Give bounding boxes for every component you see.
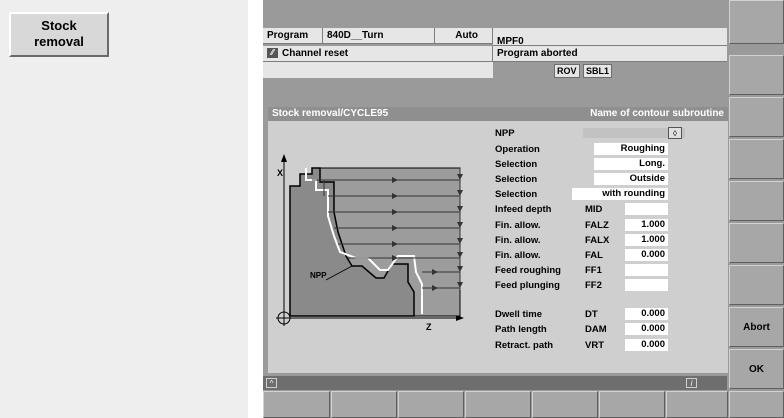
mode-field: Auto <box>435 28 493 44</box>
hsk-1[interactable] <box>263 391 330 418</box>
program-name-field: MPF0 <box>493 28 727 47</box>
dialog-title-bar: Stock removal/CYCLE95 Name of contour su… <box>268 107 728 121</box>
param-label-fin-allow-x: Fin. allow. <box>495 235 541 246</box>
hsk-2[interactable] <box>331 391 397 418</box>
selection-rounding-field[interactable]: with rounding <box>572 188 668 200</box>
sbl1-indicator: SBL1 <box>583 64 613 78</box>
abort-label: Abort <box>743 322 770 333</box>
hsk-8[interactable] <box>729 391 784 418</box>
contour-diagram: X Z NPP <box>276 154 464 332</box>
param-label-selection-3: Selection <box>495 189 538 200</box>
hsk-4[interactable] <box>465 391 531 418</box>
selection-direction-field[interactable]: Long. <box>594 158 668 170</box>
vsk-4[interactable] <box>729 139 784 179</box>
channel-message-label: Channel reset <box>282 48 349 59</box>
program-status-field: Program aborted <box>493 46 727 62</box>
param-name-fal: FAL <box>585 250 603 261</box>
param-label-dwell-time: Dwell time <box>495 309 542 320</box>
stock-removal-button[interactable]: Stock removal <box>9 12 109 57</box>
vsk-7[interactable] <box>729 265 784 305</box>
vsk-2[interactable] <box>729 55 784 95</box>
abort-button[interactable]: Abort <box>729 307 784 347</box>
falx-input[interactable]: 1.000 <box>625 234 668 246</box>
stock-removal-label: Stock removal <box>34 18 84 49</box>
vsk-1[interactable] <box>729 0 784 44</box>
dt-input[interactable]: 0.000 <box>625 308 668 320</box>
dialog-hint: Name of contour subroutine <box>590 108 724 119</box>
diagram-npp-label: NPP <box>310 271 327 280</box>
param-name-falz: FALZ <box>585 220 609 231</box>
operation-field[interactable]: Roughing <box>594 143 668 155</box>
param-name-falx: FALX <box>585 235 610 246</box>
diagram-axis-x: X <box>277 168 283 178</box>
param-label-selection-1: Selection <box>495 159 538 170</box>
status-bar <box>263 376 727 390</box>
diagram-axis-z: Z <box>426 322 432 332</box>
param-label-infeed-depth: Infeed depth <box>495 204 552 215</box>
param-name-ff2: FF2 <box>585 280 602 291</box>
vsk-5[interactable] <box>729 181 784 221</box>
param-name-vrt: VRT <box>585 340 604 351</box>
mode-label: Auto <box>455 30 478 41</box>
area-field: Program <box>263 28 323 44</box>
param-label-fin-allow-z: Fin. allow. <box>495 220 541 231</box>
ok-label: OK <box>749 364 764 375</box>
ff2-input[interactable] <box>625 279 668 291</box>
left-panel <box>0 0 248 418</box>
param-name-mid: MID <box>585 204 603 215</box>
program-status-label: Program aborted <box>497 48 578 59</box>
param-name-dam: DAM <box>585 324 607 335</box>
param-label-feed-plunging: Feed plunging <box>495 280 560 291</box>
param-label-retract-path: Retract. path <box>495 340 554 351</box>
header-spacer <box>263 62 493 78</box>
vsk-3[interactable] <box>729 97 784 137</box>
dam-input[interactable]: 0.000 <box>625 323 668 335</box>
hsk-6[interactable] <box>599 391 665 418</box>
ff1-input[interactable] <box>625 264 668 276</box>
area-label: Program <box>267 30 309 41</box>
falz-input[interactable]: 1.000 <box>625 219 668 231</box>
fal-input[interactable]: 0.000 <box>625 249 668 261</box>
info-icon[interactable]: i <box>686 378 697 388</box>
param-label-operation: Operation <box>495 144 540 155</box>
hsk-3[interactable] <box>398 391 464 418</box>
hsk-7[interactable] <box>666 391 728 418</box>
channel-label: 840D__Turn <box>327 30 384 41</box>
param-label-path-length: Path length <box>495 324 547 335</box>
rov-indicator: ROV <box>554 64 580 78</box>
reset-icon: ⁄⁄ <box>267 48 278 59</box>
caret-up-icon[interactable]: ^ <box>266 378 277 388</box>
channel-message-field: ⁄⁄ Channel reset <box>263 46 493 62</box>
vrt-input[interactable]: 0.000 <box>625 339 668 351</box>
param-name-dt: DT <box>585 309 598 320</box>
ok-button[interactable]: OK <box>729 349 784 389</box>
vsk-6[interactable] <box>729 223 784 263</box>
param-name-ff1: FF1 <box>585 265 602 276</box>
selection-side-field[interactable]: Outside <box>594 173 668 185</box>
toggle-icon[interactable]: ◊ <box>668 127 682 139</box>
channel-field: 840D__Turn <box>323 28 435 44</box>
param-label-fin-allow: Fin. allow. <box>495 250 541 261</box>
param-label-npp: NPP <box>495 128 515 139</box>
hsk-5[interactable] <box>532 391 598 418</box>
param-label-feed-roughing: Feed roughing <box>495 265 561 276</box>
dialog-title: Stock removal/CYCLE95 <box>272 108 389 119</box>
mid-input[interactable] <box>625 203 668 215</box>
param-label-selection-2: Selection <box>495 174 538 185</box>
